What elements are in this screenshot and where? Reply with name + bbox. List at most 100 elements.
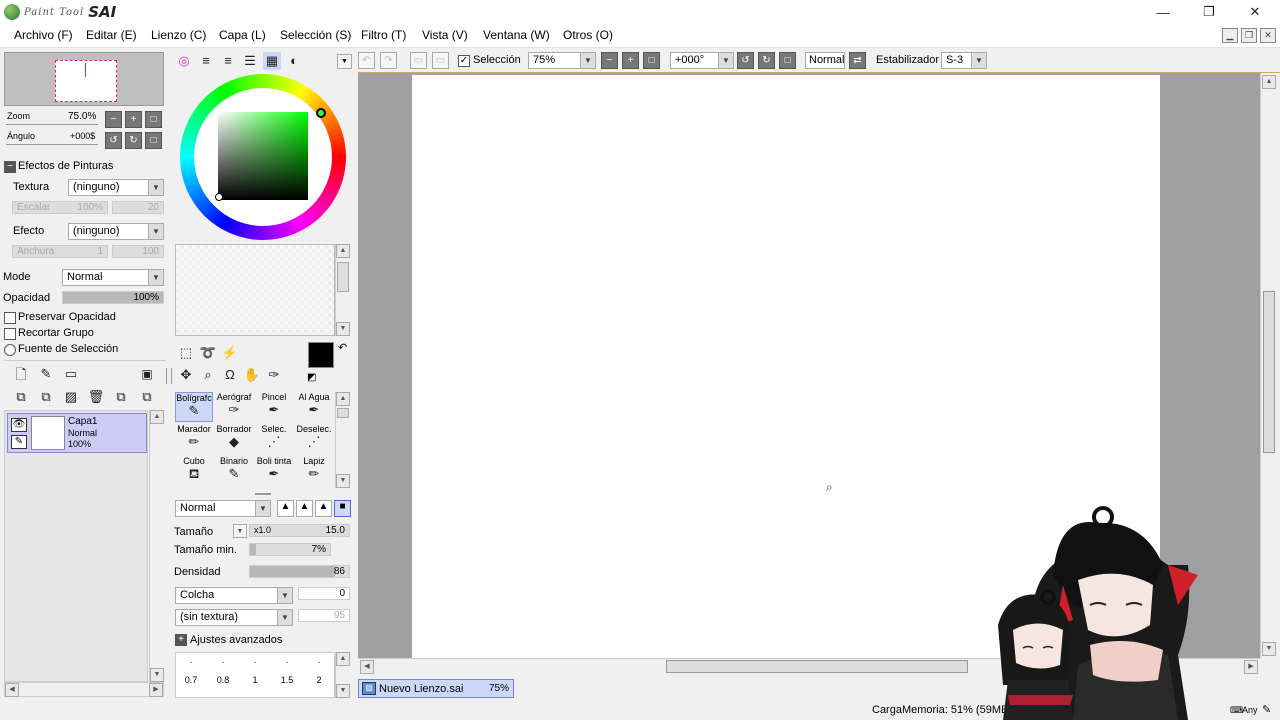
swatch-scrollbar[interactable]: ▲ ▼ (335, 244, 350, 336)
transfer-down-icon[interactable]: ⧉ (12, 388, 30, 406)
tool-al-agua[interactable]: Al Agua ✒ (295, 392, 333, 422)
sv-square[interactable] (218, 112, 308, 200)
scroll-up-icon[interactable]: ▲ (1262, 75, 1276, 89)
merge-all-icon[interactable]: ⧉ (138, 388, 156, 406)
menu-vista[interactable]: Vista (V) (422, 28, 468, 42)
menu-capa[interactable]: Capa (L) (219, 28, 266, 42)
density-slider[interactable]: 86 (249, 565, 350, 578)
scroll-left-icon[interactable]: ◀ (5, 683, 19, 697)
angle-slider[interactable] (6, 144, 98, 145)
min-size-slider[interactable]: 7% (249, 543, 331, 556)
scroll-up-icon[interactable]: ▲ (336, 244, 350, 258)
apply-mask-icon[interactable]: ⧉ (112, 388, 130, 406)
size-preset[interactable]: · 0.8 (208, 657, 238, 685)
layer-list-scrollbar[interactable]: ▲ ▼ (149, 410, 164, 682)
angle-select[interactable]: +000° ▼ (670, 52, 734, 69)
edge-hard-icon[interactable]: ▲ (277, 500, 294, 517)
tool-binario[interactable]: Binario ✎ (215, 456, 253, 486)
tool-boli-tinta[interactable]: Boli tinta ✒ (255, 456, 293, 486)
menu-ventana[interactable]: Ventana (W) (483, 28, 550, 42)
collapse-effects-icon[interactable]: − (4, 161, 16, 173)
size-preset[interactable]: · 1 (240, 657, 270, 685)
rect-select-icon[interactable]: ⬚ (177, 344, 195, 362)
menu-archivo[interactable]: Archivo (F) (14, 28, 73, 42)
zoom-slider[interactable] (6, 124, 98, 125)
merge-down-icon[interactable]: ⧉ (37, 388, 55, 406)
eyedropper-icon[interactable]: ✑ (265, 366, 283, 384)
layer-row[interactable]: 👁 ✎ Capa1 Normal 100% (7, 413, 147, 453)
presets-scrollbar[interactable]: ▲ ▼ (335, 652, 350, 698)
redo-button[interactable]: ↷ (380, 52, 397, 69)
zoom-select[interactable]: 75% ▼ (528, 52, 596, 69)
minimize-button[interactable]: — (1140, 0, 1186, 24)
lasso-icon[interactable]: ➰ (199, 344, 217, 362)
scratchpad-tab-icon[interactable]: ◐ (285, 52, 303, 70)
navigator-preview[interactable] (4, 52, 164, 106)
scroll-right-icon[interactable]: ▶ (1244, 660, 1258, 674)
primary-color-swatch[interactable] (308, 342, 334, 368)
brush-size-slider[interactable]: x1.0 15.0 (249, 524, 350, 537)
expand-advanced-icon[interactable]: + (175, 634, 187, 646)
scroll-down-icon[interactable]: ▼ (1262, 642, 1276, 656)
hue-ring[interactable] (180, 74, 346, 240)
layer-list-hscrollbar[interactable]: ◀ ▶ (4, 682, 164, 697)
clear-layer-icon[interactable]: ▨ (62, 388, 80, 406)
rotate-right-button[interactable]: ↻ (125, 132, 142, 149)
swatch-grid[interactable] (175, 244, 335, 336)
sv-cursor[interactable] (215, 193, 223, 201)
scroll-down-icon[interactable]: ▼ (336, 322, 350, 336)
hand-icon[interactable]: ✋ (243, 366, 261, 384)
menu-lienzo[interactable]: Lienzo (C) (151, 28, 206, 42)
undo-button[interactable]: ↶ (358, 52, 375, 69)
effect-select[interactable]: (ninguno) ▼ (68, 223, 164, 240)
toolbar-rotate-reset-button[interactable]: □ (779, 52, 796, 69)
swap-colors-icon[interactable]: ↶ (338, 341, 347, 354)
eye-icon[interactable]: 👁 (11, 418, 27, 432)
scroll-up-icon[interactable]: ▲ (150, 410, 164, 424)
hsv-sliders-tab-icon[interactable]: ≡ (219, 52, 237, 70)
toolbar-zoom-out-button[interactable]: − (601, 52, 618, 69)
toolbar-zoom-reset-button[interactable]: □ (643, 52, 660, 69)
scroll-up-icon[interactable]: ▲ (336, 392, 350, 406)
color-wheel-tab-icon[interactable]: ◎ (175, 52, 193, 70)
edge-flat-icon[interactable]: ■ (334, 500, 351, 517)
magic-wand-icon[interactable]: ⚡ (221, 344, 239, 362)
tool-lapiz[interactable]: Lapiz ✏ (295, 456, 333, 486)
tool-cubo[interactable]: Cubo ⛾ (175, 456, 213, 486)
toolbar-rotate-left-button[interactable]: ↺ (737, 52, 754, 69)
zoom-reset-button[interactable]: □ (145, 111, 162, 128)
menu-editar[interactable]: Editar (E) (86, 28, 137, 42)
hue-cursor[interactable] (316, 108, 326, 118)
tool-grid-scrollbar[interactable]: ▲ ▼ (335, 392, 350, 488)
canvas-vscrollbar[interactable]: ▲ ▼ (1260, 73, 1276, 658)
edge-mid-icon[interactable]: ▲ (296, 500, 313, 517)
scroll-thumb[interactable] (337, 408, 349, 418)
deselect-button[interactable]: ▭ (410, 52, 427, 69)
tool-grid-splitter[interactable] (255, 493, 271, 495)
canvas-hscroll-thumb[interactable] (666, 660, 968, 673)
edge-soft-icon[interactable]: ▲ (315, 500, 332, 517)
show-selection-checkbox[interactable]: ✓ (458, 55, 470, 67)
canvas-vscroll-thumb[interactable] (1263, 291, 1275, 453)
menu-seleccion[interactable]: Selección (S) (280, 28, 351, 42)
color-mixer-tab-icon[interactable]: ☰ (241, 52, 259, 70)
size-preset[interactable]: · 2 (304, 657, 334, 685)
tool-deselec-[interactable]: Deselec. ⋰ (295, 424, 333, 454)
brush-blend-select[interactable]: Normal ▼ (175, 500, 271, 517)
layer-opacity-slider[interactable]: 100% (62, 291, 164, 304)
scroll-up-icon[interactable]: ▲ (336, 652, 350, 666)
size-dropdown[interactable]: ▼ (233, 524, 247, 538)
swatches-tab-icon[interactable]: ▦ (263, 52, 281, 70)
flip-horizontal-button[interactable]: ⇄ (849, 52, 866, 69)
stabilizer-select[interactable]: S-3 ▼ (941, 52, 987, 69)
toolbar-rotate-right-button[interactable]: ↻ (758, 52, 775, 69)
texture-select[interactable]: (ninguno) ▼ (68, 179, 164, 196)
tool-aerógraf[interactable]: Aerógraf ✑ (215, 392, 253, 422)
rotate-icon[interactable]: Ω (221, 366, 239, 384)
selection-source-radio[interactable] (4, 344, 16, 356)
document-tab[interactable]: ▧ Nuevo Lienzo.sai 75% (358, 679, 514, 698)
transparent-color-icon[interactable]: ◩ (307, 372, 316, 383)
color-panel-menu-button[interactable]: ▼ (337, 54, 352, 69)
view-blend-select[interactable]: Normal (805, 52, 845, 69)
layer-mask-icon[interactable]: ▣ (138, 365, 156, 383)
